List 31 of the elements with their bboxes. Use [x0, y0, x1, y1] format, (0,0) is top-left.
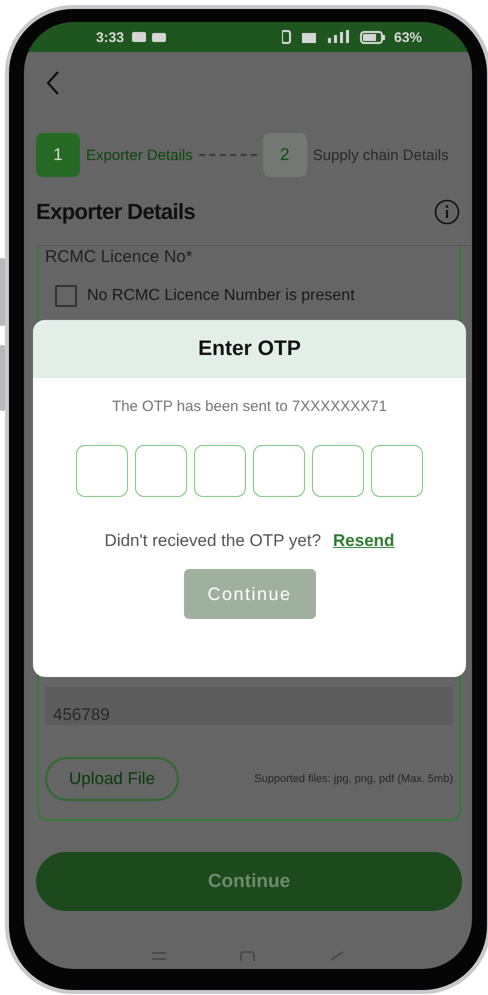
home-icon[interactable] — [240, 951, 256, 961]
info-icon[interactable] — [434, 199, 460, 225]
dialog-title: Enter OTP — [198, 337, 301, 361]
step-number[interactable]: 2 — [262, 133, 307, 177]
otp-digit-field[interactable] — [76, 445, 128, 497]
battery-icon — [360, 30, 386, 44]
continue-button[interactable]: Continue — [36, 852, 462, 911]
upload-hint: Supported files: jpg, png, pdf (Max. 5mb) — [254, 773, 453, 785]
otp-digit-field[interactable] — [135, 445, 187, 497]
otp-digit-field[interactable] — [312, 445, 364, 497]
resend-link[interactable]: Resend — [333, 531, 394, 551]
back-icon[interactable] — [46, 70, 60, 96]
otp-digit-field[interactable] — [371, 445, 423, 497]
menu-icon[interactable] — [150, 951, 167, 961]
status-time: 3:33 — [96, 29, 124, 45]
battery-percent: 63% — [394, 29, 422, 45]
resend-prompt: Didn't recieved the OTP yet? — [104, 531, 322, 551]
page-title: Exporter Details — [36, 199, 196, 225]
otp-digit-field[interactable] — [253, 445, 305, 497]
side-button[interactable] — [0, 258, 5, 326]
otp-message: The OTP has been sent to 7XXXXXXX71 — [112, 398, 387, 415]
checkbox[interactable] — [55, 285, 77, 307]
step-label: Supply chain Details — [312, 146, 449, 164]
checkbox-label: No RCMC Licence Number is present — [87, 287, 355, 305]
step-label: Exporter Details — [86, 146, 193, 164]
upload-file-button[interactable]: Upload File — [45, 757, 179, 801]
otp-digit-field[interactable] — [194, 445, 246, 497]
field-label: RCMC Licence No* — [45, 247, 194, 267]
side-button[interactable] — [0, 345, 5, 411]
back-nav-icon[interactable] — [329, 951, 346, 961]
step-number[interactable]: 1 — [36, 133, 80, 177]
